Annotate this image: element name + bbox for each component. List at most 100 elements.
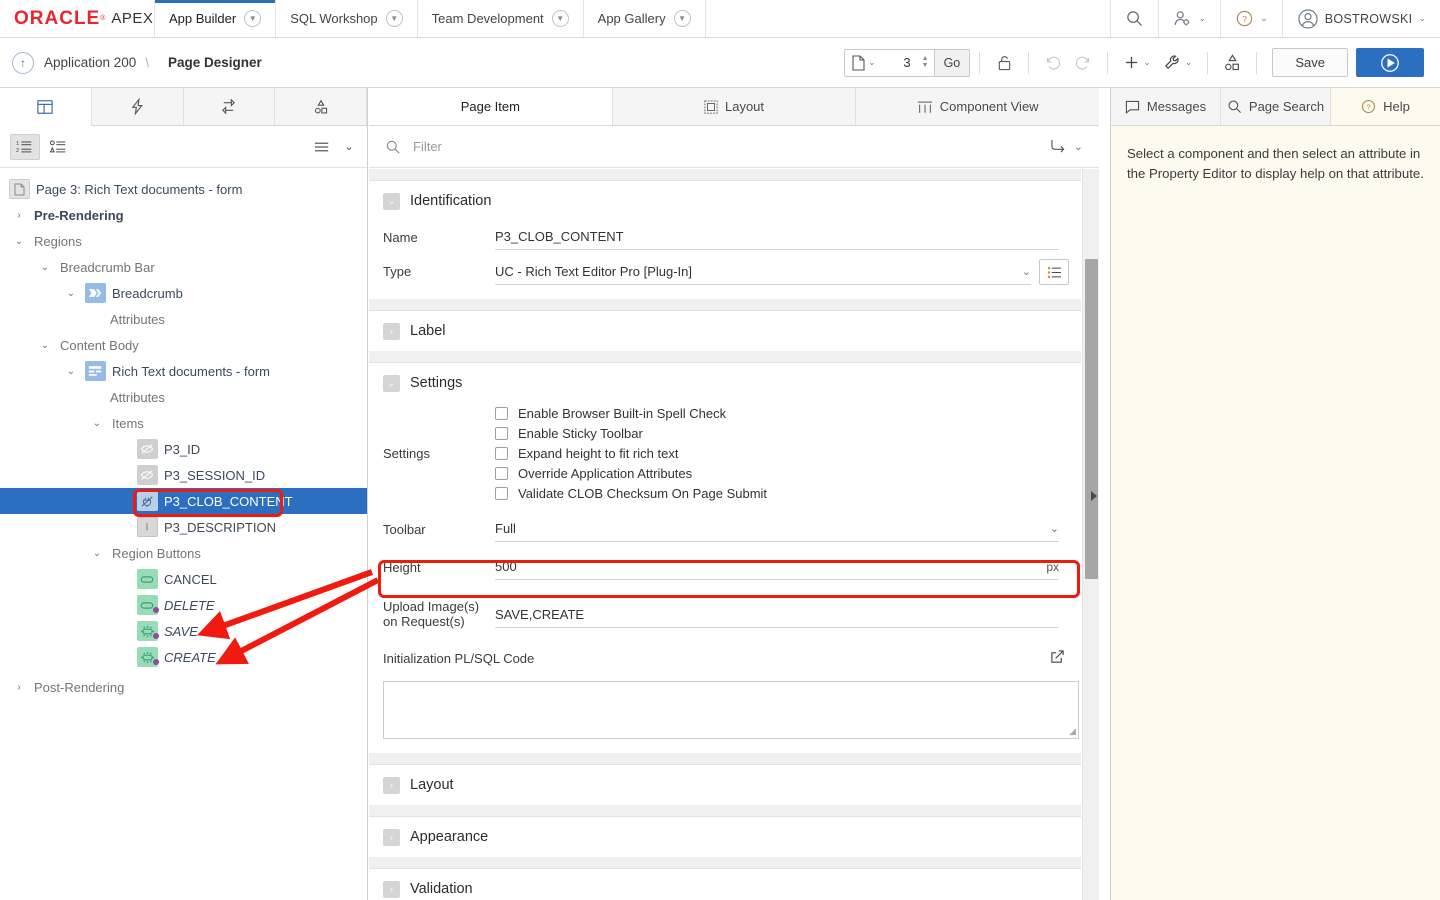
chevron-right-icon[interactable]: › [383,777,400,794]
tree-node-region-buttons[interactable]: ⌄ Region Buttons [0,540,367,566]
lock-icon[interactable] [989,49,1019,77]
section-validation[interactable]: › Validation [369,869,1081,900]
section-settings[interactable]: ⌄ Settings [369,363,1081,403]
splitter-collapse-icon[interactable] [1089,488,1099,504]
breadcrumb-application[interactable]: Application 200 [44,55,136,70]
page-selector[interactable]: ⌄ 3 ▲ ▼ Go [844,49,970,77]
account-switch-icon[interactable]: ⌄ [1158,0,1221,37]
sequence-sort-icon[interactable]: 1 2 [10,134,40,160]
utilities-button[interactable]: ⌄ [1157,49,1199,77]
chevron-down-icon[interactable]: ⌄ [88,548,106,559]
tree-node-rich-text-form-region[interactable]: ⌄ Rich Text documents - form [0,358,367,384]
chevron-right-icon[interactable]: › [383,829,400,846]
chevron-down-icon[interactable]: ⌄ [383,193,400,210]
chevron-right-icon[interactable]: › [10,682,28,693]
tree-node-button-create[interactable]: CREATE [0,644,367,670]
tree-node-pre-rendering[interactable]: › Pre-Rendering [0,202,367,228]
chevron-right-icon[interactable]: › [383,881,400,898]
tree-node-button-save[interactable]: SAVE [0,618,367,644]
tab-processing[interactable] [184,88,276,125]
chevron-down-icon[interactable]: ⌄ [36,262,54,273]
tree-node-items[interactable]: ⌄ Items [0,410,367,436]
go-button[interactable]: Go [934,50,970,76]
tree-node-button-delete[interactable]: DELETE [0,592,367,618]
checkbox-row[interactable]: Validate CLOB Checksum On Page Submit [495,483,1059,503]
panel-splitter[interactable] [1099,88,1111,900]
tree-node-p3-description[interactable]: I P3_DESCRIPTION [0,514,367,540]
goto-icon[interactable] [1050,138,1067,156]
section-appearance[interactable]: › Appearance [369,817,1081,857]
chevron-down-icon[interactable]: ⌄ [341,134,357,160]
shapes-icon[interactable] [1217,49,1247,77]
resize-grip-icon[interactable]: ◢ [1069,726,1076,737]
page-number-stepper[interactable]: ▲ ▼ [917,56,934,69]
tab-page-shared-components[interactable] [275,88,367,125]
tree-node-p3-id[interactable]: P3_ID [0,436,367,462]
tree-node-breadcrumb[interactable]: ⌄ Breadcrumb [0,280,367,306]
section-layout[interactable]: › Layout [369,765,1081,805]
chevron-right-icon[interactable]: › [10,210,28,221]
tree-node-page[interactable]: Page 3: Rich Text documents - form [0,176,367,202]
tab-component-view[interactable]: Component View [856,88,1099,125]
tree-node-region-attributes[interactable]: Attributes [0,384,367,410]
checkbox-validate-clob-checksum[interactable] [495,487,508,500]
chevron-down-icon[interactable]: ⌄ [10,236,28,247]
tab-dynamic-actions[interactable] [92,88,184,125]
checkbox-row[interactable]: Enable Sticky Toolbar [495,423,1059,443]
alpha-sort-icon[interactable] [44,134,74,160]
tab-rendering[interactable] [0,88,92,126]
chevron-down-icon[interactable]: ⌄ [62,288,80,299]
tab-layout[interactable]: Layout [613,88,857,125]
list-of-values-icon[interactable] [1039,259,1069,285]
checkbox-row[interactable]: Enable Browser Built-in Spell Check [495,403,1059,423]
tree-node-breadcrumb-attributes[interactable]: Attributes [0,306,367,332]
checkbox-row[interactable]: Expand height to fit rich text [495,443,1059,463]
type-select[interactable]: UC - Rich Text Editor Pro [Plug-In] ⌄ [495,260,1031,285]
nav-tab-app-builder[interactable]: App Builder ▼ [155,0,276,37]
checkbox-enable-spell-check[interactable] [495,407,508,420]
filter-input[interactable] [411,138,911,155]
tree-node-regions[interactable]: ⌄ Regions [0,228,367,254]
undo-icon[interactable] [1038,49,1068,77]
initialization-plsql-textarea[interactable]: ◢ [383,681,1079,739]
nav-tab-app-gallery[interactable]: App Gallery ▼ [584,0,706,37]
name-input[interactable] [495,225,1059,250]
stepper-down-icon[interactable]: ▼ [922,63,929,69]
run-page-button[interactable] [1356,48,1424,77]
list-menu-icon[interactable] [307,134,337,160]
tree-node-content-body[interactable]: ⌄ Content Body [0,332,367,358]
save-button[interactable]: Save [1272,48,1348,77]
chevron-down-icon[interactable]: ▼ [244,10,261,27]
add-component-button[interactable]: ⌄ [1117,49,1157,77]
page-number-input[interactable]: 3 [883,55,917,70]
help-icon[interactable]: ? ⌄ [1220,0,1282,37]
checkbox-row[interactable]: Override Application Attributes [495,463,1059,483]
chevron-down-icon[interactable]: ▼ [674,10,691,27]
chevron-down-icon[interactable]: ⌄ [88,418,106,429]
chevron-down-icon[interactable]: ▼ [552,10,569,27]
navigate-up-icon[interactable]: ↑ [12,52,34,74]
tab-page-search[interactable]: Page Search [1221,88,1331,125]
expand-editor-icon[interactable] [1050,649,1065,667]
page-icon-button[interactable]: ⌄ [845,50,883,76]
checkbox-override-application-attributes[interactable] [495,467,508,480]
checkbox-expand-height[interactable] [495,447,508,460]
chevron-down-icon[interactable]: ⌄ [36,340,54,351]
search-icon[interactable] [1110,0,1158,37]
redo-icon[interactable] [1068,49,1098,77]
tree-node-breadcrumb-bar[interactable]: ⌄ Breadcrumb Bar [0,254,367,280]
checkbox-enable-sticky-toolbar[interactable] [495,427,508,440]
height-input[interactable] [495,555,1059,580]
chevron-down-icon[interactable]: ⌄ [1074,140,1083,153]
toolbar-select[interactable]: Full ⌄ [495,517,1059,542]
nav-tab-team-development[interactable]: Team Development ▼ [418,0,584,37]
tab-page-item[interactable]: Page Item [369,88,613,125]
upload-images-on-requests-input[interactable] [495,603,1059,628]
chevron-down-icon[interactable]: ⌄ [383,375,400,392]
scrollbar-thumb[interactable] [1085,259,1098,579]
user-menu[interactable]: BOSTROWSKI ⌄ [1282,0,1440,37]
section-label[interactable]: › Label [369,311,1081,351]
oracle-apex-logo[interactable]: ORACLE® APEX [0,0,155,37]
property-editor-scrollbar[interactable] [1082,169,1099,900]
nav-tab-sql-workshop[interactable]: SQL Workshop ▼ [276,0,417,37]
